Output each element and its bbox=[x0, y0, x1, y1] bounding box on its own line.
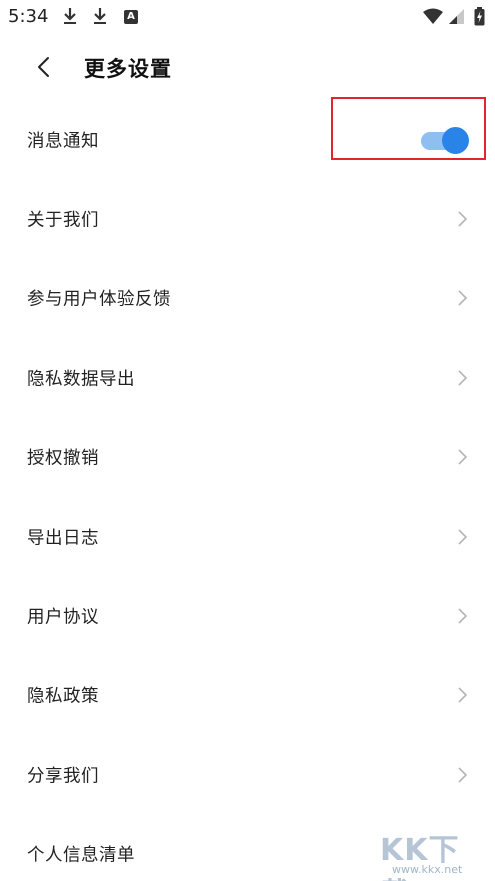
setting-row-revoke-authorization[interactable]: 授权撤销 bbox=[0, 418, 495, 497]
setting-label: 用户协议 bbox=[27, 607, 99, 628]
battery-charging-icon bbox=[474, 7, 485, 26]
header: 更多设置 bbox=[0, 44, 495, 90]
setting-label: 参与用户体验反馈 bbox=[27, 289, 171, 310]
setting-label: 隐私数据导出 bbox=[27, 369, 135, 390]
setting-label: 消息通知 bbox=[27, 131, 99, 152]
setting-row-privacy-export[interactable]: 隐私数据导出 bbox=[0, 338, 495, 417]
download-icon bbox=[94, 8, 106, 24]
signal-icon bbox=[449, 9, 464, 24]
setting-label: 隐私政策 bbox=[27, 686, 99, 707]
wifi-icon bbox=[423, 8, 443, 24]
chevron-right-icon bbox=[458, 687, 468, 703]
page-title: 更多设置 bbox=[84, 57, 172, 81]
setting-label: 导出日志 bbox=[27, 528, 99, 549]
chevron-right-icon bbox=[458, 608, 468, 624]
setting-label: 分享我们 bbox=[27, 766, 99, 787]
setting-label: 个人信息清单 bbox=[27, 845, 135, 866]
watermark: KK下载 www.kkx.net bbox=[380, 823, 490, 881]
chevron-right-icon bbox=[458, 211, 468, 227]
setting-row-about-us[interactable]: 关于我们 bbox=[0, 179, 495, 258]
setting-label: 关于我们 bbox=[27, 210, 99, 231]
setting-row-privacy-policy[interactable]: 隐私政策 bbox=[0, 656, 495, 735]
setting-row-share[interactable]: 分享我们 bbox=[0, 735, 495, 814]
setting-row-export-logs[interactable]: 导出日志 bbox=[0, 497, 495, 576]
back-button[interactable] bbox=[28, 50, 62, 84]
setting-row-feedback[interactable]: 参与用户体验反馈 bbox=[0, 259, 495, 338]
chevron-left-icon bbox=[38, 57, 49, 77]
a-badge-icon: A bbox=[124, 10, 138, 24]
setting-row-user-agreement[interactable]: 用户协议 bbox=[0, 576, 495, 655]
chevron-right-icon bbox=[458, 767, 468, 783]
notification-toggle[interactable] bbox=[421, 126, 469, 154]
chevron-right-icon bbox=[458, 529, 468, 545]
setting-label: 授权撤销 bbox=[27, 448, 99, 469]
status-time: 5:34 bbox=[8, 6, 49, 27]
watermark-url: www.kkx.net bbox=[392, 863, 463, 876]
chevron-right-icon bbox=[458, 449, 468, 465]
download-icon bbox=[64, 8, 76, 24]
status-bar: 5:34 A bbox=[0, 0, 495, 34]
settings-list: 消息通知 关于我们 参与用户体验反馈 隐私数据导出 授权撤销 导出日志 用户协议… bbox=[0, 100, 495, 881]
chevron-right-icon bbox=[458, 370, 468, 386]
toggle-knob bbox=[442, 126, 469, 154]
setting-row-notifications: 消息通知 bbox=[0, 100, 495, 179]
chevron-right-icon bbox=[458, 290, 468, 307]
